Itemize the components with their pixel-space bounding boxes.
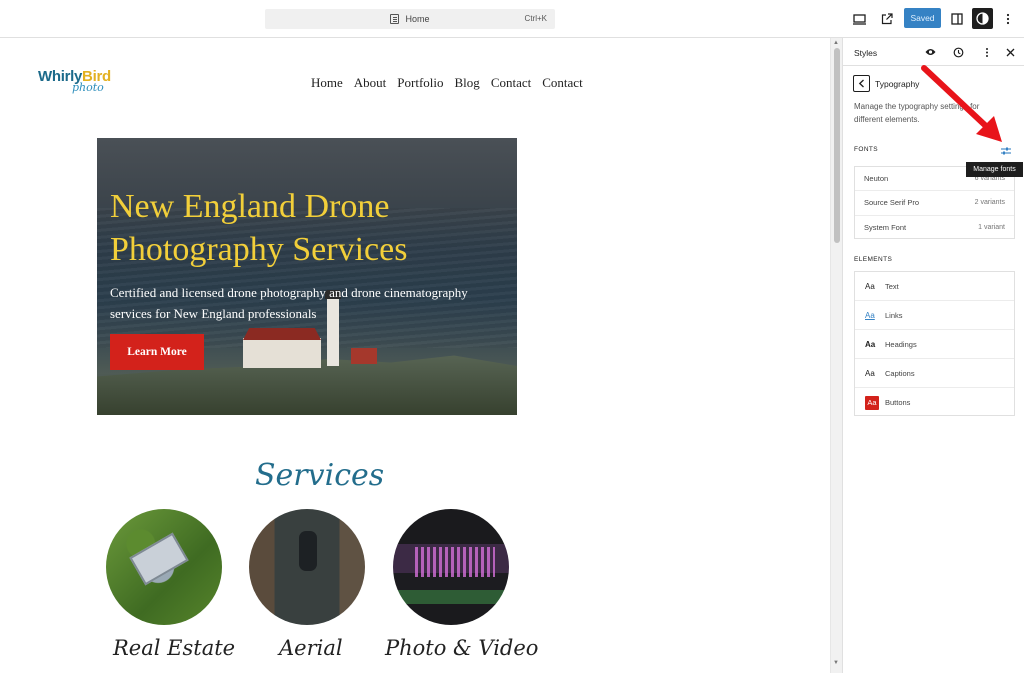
nav-item-contact[interactable]: Contact [491, 75, 531, 91]
hero-headline: New England Drone Photography Services [110, 188, 408, 268]
nav-item-home[interactable]: Home [311, 75, 343, 91]
font-name: Source Serif Pro [864, 198, 920, 208]
back-button[interactable] [853, 75, 870, 92]
manage-fonts-tooltip: Manage fonts [966, 162, 1023, 177]
hero-cover[interactable]: New England Drone Photography Services C… [97, 138, 517, 415]
fonts-section-label: FONTS [854, 146, 879, 153]
editor-toolbar: Home Ctrl+K Saved [0, 0, 1024, 38]
element-label: Buttons [885, 398, 911, 407]
element-label: Links [885, 310, 903, 320]
sidebar-toggle-icon[interactable] [948, 10, 966, 28]
element-item-captions[interactable]: Aa Captions [855, 359, 1014, 388]
hero-house [243, 338, 321, 368]
command-bar-shortcut: Ctrl+K [524, 14, 547, 23]
service-label-photo-video: Photo & Video [385, 636, 539, 660]
element-label: Headings [885, 339, 917, 349]
close-icon[interactable] [1004, 46, 1016, 58]
headings-aa-icon: Aa [865, 339, 876, 349]
service-image-photo-video [393, 509, 509, 625]
element-label: Captions [885, 368, 915, 378]
element-item-text[interactable]: Aa Text [855, 272, 1014, 301]
service-label-real-estate: Real Estate [113, 636, 236, 660]
service-label-aerial: Aerial [279, 636, 343, 660]
elements-list: Aa Text Aa Links Aa Headings Aa Captions… [854, 271, 1015, 416]
nav-item-about[interactable]: About [354, 75, 387, 91]
styles-button[interactable] [972, 8, 993, 29]
nav-item-contact-2[interactable]: Contact [542, 75, 582, 91]
canvas-scrollbar[interactable]: ▲ ▼ [830, 38, 842, 673]
element-item-headings[interactable]: Aa Headings [855, 330, 1014, 359]
saved-button[interactable]: Saved [904, 8, 941, 28]
document-icon [390, 14, 400, 24]
font-name: Neuton [864, 174, 889, 184]
element-label: Text [885, 281, 899, 291]
font-variants: 2 variants [974, 199, 1005, 207]
scroll-down-icon[interactable]: ▼ [833, 660, 839, 666]
scroll-up-icon[interactable]: ▲ [833, 40, 839, 46]
sliders-icon [1001, 147, 1011, 155]
font-item-system-font[interactable]: System Font 1 variant [855, 216, 1014, 240]
sidebar-title: Styles [854, 48, 878, 58]
command-bar-title: Home [405, 14, 430, 24]
service-image-real-estate [106, 509, 222, 625]
text-aa-icon: Aa [865, 281, 875, 291]
element-item-buttons[interactable]: Aa Buttons [855, 388, 1014, 417]
scrollbar-thumb[interactable] [834, 48, 840, 243]
sidebar-more-icon[interactable] [981, 46, 993, 58]
font-variants: 1 variant [978, 224, 1005, 232]
site-navigation: Home About Portfolio Blog Contact Contac… [311, 75, 583, 91]
learn-more-button[interactable]: Learn More [110, 334, 204, 370]
annotation-arrow-icon [921, 65, 1002, 142]
command-palette-bar[interactable]: Home Ctrl+K [265, 9, 555, 29]
font-item-source-serif-pro[interactable]: Source Serif Pro 2 variants [855, 191, 1014, 216]
elements-section-label: ELEMENTS [854, 256, 893, 263]
element-item-links[interactable]: Aa Links [855, 301, 1014, 330]
captions-aa-icon: Aa [865, 368, 875, 378]
desktop-preview-icon[interactable] [850, 10, 868, 28]
nav-item-blog[interactable]: Blog [455, 75, 480, 91]
hero-house-small [351, 348, 377, 364]
more-vertical-icon[interactable] [999, 10, 1017, 28]
editor-canvas[interactable]: WhirlyBird photo Home About Portfolio Bl… [0, 38, 830, 673]
links-aa-icon: Aa [865, 310, 875, 320]
nav-item-portfolio[interactable]: Portfolio [397, 75, 443, 91]
contrast-icon [976, 12, 989, 25]
service-image-aerial [249, 509, 365, 625]
site-logo[interactable]: WhirlyBird photo [38, 68, 111, 94]
chevron-left-icon [858, 79, 864, 88]
buttons-aa-icon: Aa [865, 395, 879, 410]
hero-subheadline: Certified and licensed drone photography… [110, 285, 468, 321]
services-heading: Services [255, 458, 385, 493]
external-link-icon[interactable] [878, 10, 896, 28]
font-name: System Font [864, 223, 907, 233]
revisions-icon[interactable] [952, 46, 964, 58]
panel-title: Typography [875, 79, 920, 89]
eye-icon[interactable] [924, 46, 936, 58]
